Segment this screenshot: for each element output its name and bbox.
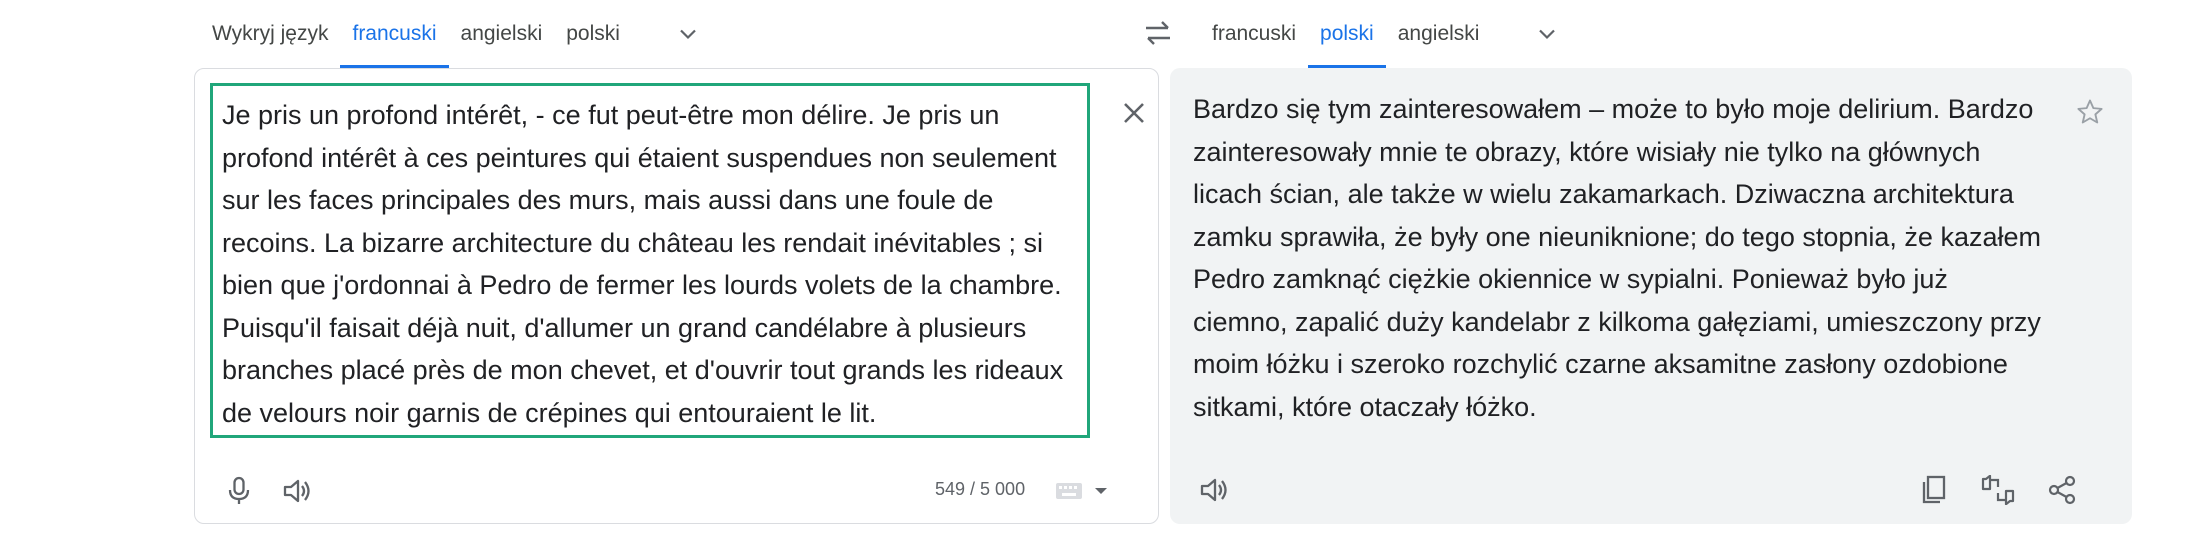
tab-source-french[interactable]: francuski	[340, 0, 449, 68]
speaker-icon	[1200, 478, 1227, 502]
tab-source-english[interactable]: angielski	[449, 0, 555, 68]
copy-translation-button[interactable]	[1912, 468, 1956, 512]
thumbs-up-down-icon	[1981, 475, 2015, 505]
target-language-bar: francuski polski angielski	[1200, 0, 1567, 68]
tab-detect-language[interactable]: Wykryj język	[200, 0, 340, 68]
tab-target-english[interactable]: angielski	[1386, 0, 1492, 68]
swap-languages-icon[interactable]	[1130, 12, 1186, 54]
copy-icon	[1922, 475, 1946, 504]
tab-target-polish[interactable]: polski	[1308, 0, 1386, 68]
save-translation-button[interactable]	[2068, 90, 2112, 134]
microphone-button[interactable]	[217, 469, 261, 513]
share-icon	[2048, 475, 2076, 505]
source-panel: Je pris un profond intérêt, - ce fut peu…	[194, 68, 1159, 524]
translation-output: Bardzo się tym zainteresowałem – może to…	[1193, 94, 2041, 422]
character-count: 549 / 5 000	[935, 479, 1026, 499]
close-icon	[1124, 103, 1144, 123]
chevron-down-icon[interactable]	[1527, 14, 1567, 54]
chevron-down-icon[interactable]	[668, 14, 708, 54]
source-language-bar: Wykryj język francuski angielski polski	[200, 0, 708, 68]
tab-target-french[interactable]: francuski	[1200, 0, 1308, 68]
listen-translation-button[interactable]	[1192, 468, 1236, 512]
translate-app: Wykryj język francuski angielski polski …	[0, 0, 2202, 536]
tab-source-polish[interactable]: polski	[554, 0, 632, 68]
keyboard-icon	[1056, 483, 1082, 499]
share-translation-button[interactable]	[2040, 468, 2084, 512]
microphone-icon	[228, 476, 250, 504]
input-tools-dropdown[interactable]	[1085, 469, 1117, 513]
caret-down-icon	[1095, 488, 1107, 494]
speaker-icon	[283, 479, 310, 503]
rate-translation-button[interactable]	[1976, 468, 2020, 512]
star-icon	[2077, 99, 2103, 124]
translation-panel: Bardzo się tym zainteresowałem – może to…	[1170, 68, 2132, 524]
listen-source-button[interactable]	[275, 469, 319, 513]
clear-text-button[interactable]	[1112, 91, 1156, 135]
source-text-input[interactable]: Je pris un profond intérêt, - ce fut peu…	[210, 83, 1090, 438]
